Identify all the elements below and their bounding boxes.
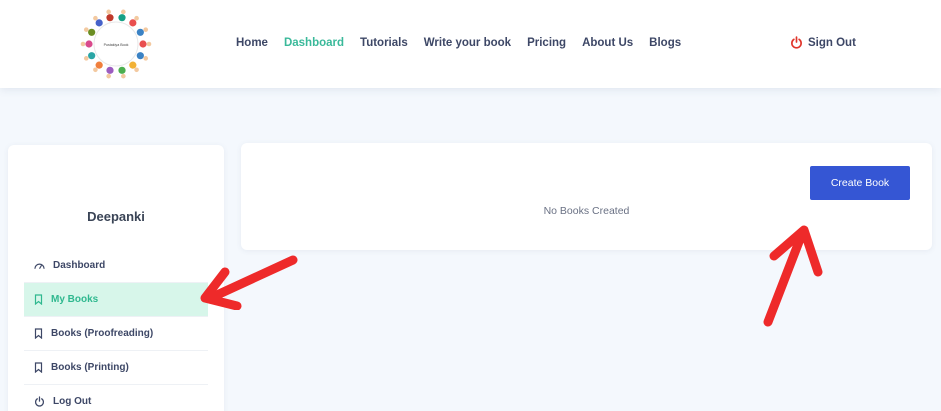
- top-navbar: Pustakiya Book Home Dashboard Tutorials …: [0, 0, 941, 88]
- logo-child-body: [106, 14, 114, 22]
- main-nav: Home Dashboard Tutorials Write your book…: [236, 37, 697, 49]
- sidebar-item-dashboard[interactable]: Dashboard: [24, 249, 208, 283]
- logo-child-head: [121, 73, 126, 79]
- logo-child-head: [93, 67, 98, 73]
- logo-child-body: [118, 66, 126, 74]
- logo-child-body: [88, 28, 96, 36]
- bookmark-icon: [34, 294, 43, 305]
- logo-child-body: [139, 40, 147, 48]
- logo-child-body: [88, 52, 96, 60]
- sidebar: Deepanki Dashboard My Books Books (Proof…: [8, 145, 224, 411]
- sidebar-item-log-out[interactable]: Log Out: [24, 385, 208, 411]
- sidebar-menu: Dashboard My Books Books (Proofreading) …: [24, 249, 208, 411]
- power-icon: [35, 396, 44, 407]
- nav-pricing[interactable]: Pricing: [527, 37, 566, 49]
- dashboard-icon: [34, 263, 45, 269]
- nav-write-your-book[interactable]: Write your book: [424, 37, 511, 49]
- nav-blogs[interactable]: Blogs: [649, 37, 681, 49]
- logo-child-head: [80, 41, 86, 47]
- sign-out-button[interactable]: Sign Out: [790, 36, 856, 49]
- sidebar-item-my-books[interactable]: My Books: [24, 283, 208, 317]
- sidebar-item-label: My Books: [51, 294, 99, 305]
- bookmark-icon: [34, 328, 43, 339]
- annotation-arrow-left-icon: [200, 255, 298, 310]
- create-book-button[interactable]: Create Book: [810, 166, 910, 200]
- sidebar-item-books-proofreading[interactable]: Books (Proofreading): [24, 317, 208, 351]
- logo-child-body: [129, 61, 137, 69]
- sidebar-item-label: Books (Proofreading): [51, 328, 154, 339]
- sidebar-item-books-printing[interactable]: Books (Printing): [24, 351, 208, 385]
- logo-child-head: [143, 56, 149, 61]
- sign-out-label: Sign Out: [808, 36, 856, 49]
- logo-child-body: [136, 52, 144, 60]
- children-circle-logo-icon: Pustakiya Book: [80, 9, 152, 79]
- nav-dashboard[interactable]: Dashboard: [284, 37, 344, 49]
- logo-child-head: [106, 9, 111, 15]
- sidebar-item-label: Books (Printing): [51, 362, 129, 373]
- logo-child-head: [121, 9, 126, 15]
- username: Deepanki: [87, 209, 145, 224]
- logo-child-body: [118, 14, 126, 22]
- nav-home[interactable]: Home: [236, 37, 268, 49]
- logo-child-head: [93, 15, 98, 21]
- logo-child-body: [95, 61, 103, 69]
- sidebar-item-label: Log Out: [53, 396, 92, 407]
- logo-child-head: [134, 15, 139, 21]
- logo-child-head: [143, 27, 149, 32]
- logo-child-body: [106, 66, 114, 74]
- bookmark-icon: [34, 362, 43, 373]
- logo-child-body: [129, 19, 137, 27]
- empty-state-message: No Books Created: [543, 205, 630, 217]
- sidebar-item-label: Dashboard: [53, 260, 106, 271]
- logo-text: Pustakiya Book: [104, 43, 129, 47]
- logo-child-head: [106, 73, 111, 79]
- logo-child-head: [83, 27, 89, 32]
- nav-tutorials[interactable]: Tutorials: [360, 37, 408, 49]
- logo-child-head: [134, 67, 139, 73]
- site-logo[interactable]: Pustakiya Book: [80, 8, 152, 80]
- logo-child-body: [85, 40, 93, 48]
- power-icon: [791, 36, 802, 49]
- logo-child-head: [83, 56, 89, 61]
- logo-child-head: [146, 41, 152, 47]
- nav-about-us[interactable]: About Us: [582, 37, 633, 49]
- logo-child-body: [136, 28, 144, 36]
- annotation-arrow-up-icon: [763, 225, 823, 327]
- logo-child-body: [95, 19, 103, 27]
